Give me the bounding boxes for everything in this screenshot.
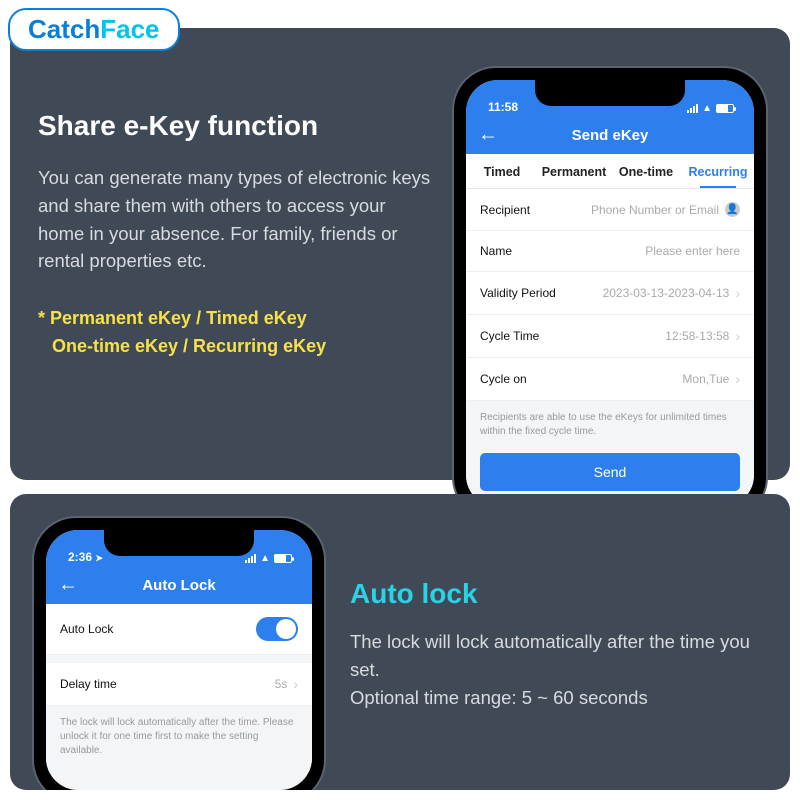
phone-notch (535, 80, 685, 106)
recipient-label: Recipient (480, 203, 530, 217)
section-share-ekey: Share e-Key function You can generate ma… (10, 28, 790, 480)
tab-onetime[interactable]: One-time (610, 154, 682, 188)
form-hint: Recipients are able to use the eKeys for… (466, 401, 754, 453)
validity-label: Validity Period (480, 286, 556, 300)
phone-mock-auto-lock: 2:36 ➤ ▲ ← Auto Lock Auto Lock (34, 518, 324, 766)
chevron-right-icon: › (735, 371, 740, 387)
nav-bar: ← Auto Lock (46, 566, 312, 604)
phone-mock-send-ekey: 11:58 ▲ ← Send eKey Timed Permanent One-… (454, 68, 766, 456)
autolock-toggle[interactable] (256, 617, 298, 641)
section2-body: The lock will lock automatically after t… (350, 628, 766, 711)
status-icons: ▲ (687, 103, 734, 114)
row-recipient[interactable]: Recipient Phone Number or Email 👤 (466, 189, 754, 231)
battery-icon (716, 104, 734, 113)
section2-text: Auto lock The lock will lock automatical… (350, 518, 766, 766)
tab-recurring[interactable]: Recurring (682, 154, 754, 188)
recipient-value: Phone Number or Email 👤 (591, 202, 740, 217)
ekey-form: Recipient Phone Number or Email 👤 Name P… (466, 189, 754, 401)
section1-body: You can generate many types of electroni… (38, 164, 436, 275)
row-name[interactable]: Name Please enter here (466, 231, 754, 272)
body-line1: The lock will lock automatically after t… (350, 628, 766, 684)
battery-icon (274, 554, 292, 563)
cycleon-value: Mon,Tue (682, 372, 729, 386)
cycleon-label: Cycle on (480, 372, 527, 386)
chevron-right-icon: › (293, 676, 298, 692)
logo-part2: Face (100, 14, 159, 44)
delay-value: 5s (275, 677, 288, 691)
signal-icon (245, 554, 256, 563)
row-validity[interactable]: Validity Period 2023-03-13-2023-04-13 › (466, 272, 754, 315)
validity-value: 2023-03-13-2023-04-13 (603, 286, 730, 300)
autolock-hint: The lock will lock automatically after t… (46, 706, 312, 772)
nav-title: Send eKey (572, 127, 649, 144)
section1-text: Share e-Key function You can generate ma… (38, 68, 436, 456)
location-icon: ➤ (95, 553, 103, 563)
row-autolock: Auto Lock (46, 604, 312, 655)
section2-title: Auto lock (350, 578, 766, 610)
name-label: Name (480, 244, 512, 258)
nav-bar: ← Send eKey (466, 116, 754, 154)
ekey-type-tabs: Timed Permanent One-time Recurring (466, 154, 754, 189)
contact-icon[interactable]: 👤 (725, 202, 740, 217)
back-icon[interactable]: ← (58, 574, 78, 597)
cycletime-value: 12:58-13:58 (665, 329, 729, 343)
autolock-label: Auto Lock (60, 622, 113, 636)
bullets-line2: One-time eKey / Recurring eKey (38, 333, 436, 361)
status-time: 11:58 (488, 100, 518, 114)
section1-bullets: * Permanent eKey / Timed eKey One-time e… (38, 305, 436, 361)
row-delay[interactable]: Delay time 5s › (46, 663, 312, 706)
cycletime-label: Cycle Time (480, 329, 539, 343)
chevron-right-icon: › (735, 285, 740, 301)
status-icons: ▲ (245, 553, 292, 564)
logo-part1: Catch (28, 14, 100, 44)
wifi-icon: ▲ (260, 553, 270, 564)
bullets-line1: * Permanent eKey / Timed eKey (38, 305, 436, 333)
chevron-right-icon: › (735, 328, 740, 344)
brand-logo: CatchFace (8, 8, 180, 51)
recipient-placeholder: Phone Number or Email (591, 203, 719, 217)
phone-notch (104, 530, 254, 556)
body-line2: Optional time range: 5 ~ 60 seconds (350, 684, 766, 712)
nav-title: Auto Lock (142, 577, 215, 594)
status-time: 2:36 ➤ (68, 550, 103, 564)
back-icon[interactable]: ← (478, 124, 498, 147)
tab-permanent[interactable]: Permanent (538, 154, 610, 188)
row-cycletime[interactable]: Cycle Time 12:58-13:58 › (466, 315, 754, 358)
send-button[interactable]: Send (480, 453, 740, 491)
signal-icon (687, 104, 698, 113)
delay-label: Delay time (60, 677, 117, 691)
wifi-icon: ▲ (702, 103, 712, 114)
name-placeholder: Please enter here (645, 244, 740, 258)
row-cycleon[interactable]: Cycle on Mon,Tue › (466, 358, 754, 401)
section1-title: Share e-Key function (38, 110, 436, 142)
section-auto-lock: 2:36 ➤ ▲ ← Auto Lock Auto Lock (10, 494, 790, 790)
tab-timed[interactable]: Timed (466, 154, 538, 188)
